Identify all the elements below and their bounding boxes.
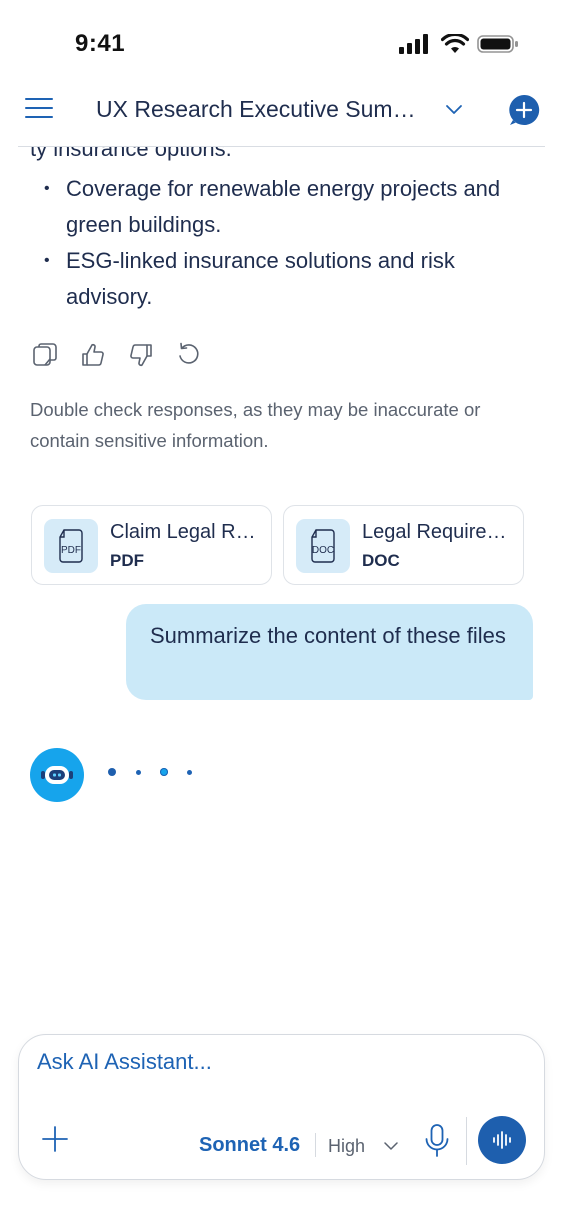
bullet-marker: • [44,180,50,197]
message-composer: Sonnet 4.6 High [18,1034,545,1180]
robot-icon [41,766,73,784]
answer-bullet: • ESG-linked insurance solutions and ris… [44,243,514,315]
new-chat-icon[interactable] [508,94,540,126]
disclaimer-text: Double check responses, as they may be i… [30,399,481,451]
assistant-avatar [30,748,84,802]
pdf-file-icon: PDF [44,519,98,573]
attachment-name: Claim Legal R… [110,521,256,543]
hamburger-menu-icon[interactable] [25,98,55,122]
status-icons [399,34,519,54]
user-message-bubble: Summarize the content of these files [126,604,533,700]
attachment-card-pdf[interactable]: PDF Claim Legal R… PDF [31,505,272,585]
copy-icon[interactable] [32,342,58,368]
status-time: 9:41 [75,30,126,57]
attachment-card-doc[interactable]: DOC Legal Require… DOC [283,505,524,585]
svg-text:DOC: DOC [312,545,334,556]
cellular-signal-icon [399,34,428,54]
response-actions [32,342,202,368]
conversation-title[interactable]: UX Research Executive Sum… [96,96,416,123]
typing-dot [160,768,168,776]
typing-dot [108,768,116,776]
thumbs-down-icon[interactable] [128,342,154,368]
message-input[interactable] [37,1049,477,1075]
app-header: UX Research Executive Sum… [0,88,563,148]
divider [315,1133,316,1157]
effort-selector[interactable]: High [328,1136,365,1157]
regenerate-icon[interactable] [176,342,202,368]
typing-indicator [105,768,205,782]
wifi-icon [441,34,469,53]
battery-icon [477,35,518,53]
typing-dot [187,770,192,775]
bullet-marker: • [44,252,50,269]
typing-dot [136,770,141,775]
model-selector[interactable]: Sonnet 4.6 [199,1134,300,1157]
sound-wave-icon [493,1131,511,1149]
doc-file-icon: DOC [296,519,350,573]
bullet-text: Coverage for renewable energy projects a… [66,176,501,237]
answer-bullet: • Coverage for renewable energy projects… [44,171,514,243]
status-bar: 9:41 [0,0,563,88]
chevron-down-icon[interactable] [443,98,465,120]
add-attachment-icon[interactable] [40,1124,70,1154]
svg-text:PDF: PDF [61,545,81,556]
previous-answer: ty insurance options. • Coverage for ren… [0,147,563,317]
attachment-type: PDF [110,551,144,570]
microphone-icon[interactable] [423,1123,451,1159]
answer-text-fragment: ty insurance options. [30,147,232,161]
divider [466,1117,467,1165]
bullet-text: ESG-linked insurance solutions and risk … [66,248,455,309]
attachment-type: DOC [362,551,400,570]
attachment-name: Legal Require… [362,521,507,543]
thumbs-up-icon[interactable] [80,342,106,368]
voice-mode-button[interactable] [478,1116,526,1164]
chevron-down-icon[interactable] [382,1137,400,1155]
